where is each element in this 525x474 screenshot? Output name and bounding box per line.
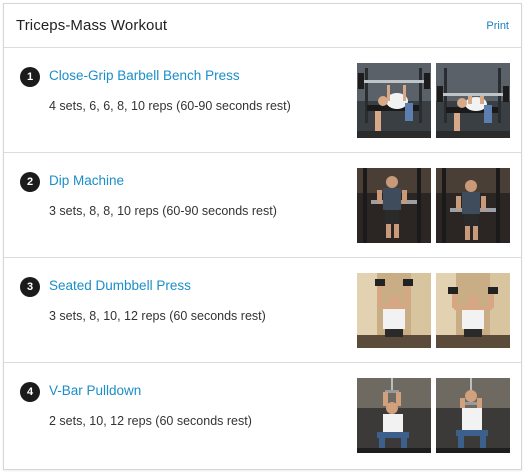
exercise-start-image[interactable]: [357, 168, 431, 243]
exercise-sets-text: 3 sets, 8, 8, 10 reps (60-90 seconds res…: [49, 204, 277, 218]
exercise-row: 4 V-Bar Pulldown 2 sets, 10, 12 reps (60…: [4, 363, 521, 468]
exercise-number-badge: 3: [20, 277, 40, 297]
exercise-sets-text: 3 sets, 8, 10, 12 reps (60 seconds rest): [49, 309, 266, 323]
exercise-name-link[interactable]: V-Bar Pulldown: [49, 383, 141, 398]
exercise-end-image[interactable]: [436, 378, 510, 453]
exercise-number-badge: 1: [20, 67, 40, 87]
workout-title: Triceps-Mass Workout: [16, 17, 168, 34]
exercise-name-link[interactable]: Dip Machine: [49, 173, 124, 188]
exercise-sets-text: 4 sets, 6, 6, 8, 10 reps (60-90 seconds …: [49, 99, 291, 113]
exercise-start-image[interactable]: [357, 63, 431, 138]
exercise-number-badge: 2: [20, 172, 40, 192]
exercise-row: 1 Close-Grip Barbell Bench Press 4 sets,…: [4, 48, 521, 153]
exercise-number-badge: 4: [20, 382, 40, 402]
exercise-row: 2 Dip Machine 3 sets, 8, 8, 10 reps (60-…: [4, 153, 521, 258]
exercise-end-image[interactable]: [436, 273, 510, 348]
exercise-row: 3 Seated Dumbbell Press 3 sets, 8, 10, 1…: [4, 258, 521, 363]
exercise-start-image[interactable]: [357, 273, 431, 348]
exercise-sets-text: 2 sets, 10, 12 reps (60 seconds rest): [49, 414, 252, 428]
workout-card: Triceps-Mass Workout Print 1 Close-Grip …: [3, 3, 522, 470]
exercise-end-image[interactable]: [436, 63, 510, 138]
exercise-end-image[interactable]: [436, 168, 510, 243]
exercise-name-link[interactable]: Seated Dumbbell Press: [49, 278, 191, 293]
print-link[interactable]: Print: [486, 20, 509, 32]
exercise-name-link[interactable]: Close-Grip Barbell Bench Press: [49, 68, 240, 83]
card-header: Triceps-Mass Workout Print: [4, 4, 521, 48]
exercise-start-image[interactable]: [357, 378, 431, 453]
